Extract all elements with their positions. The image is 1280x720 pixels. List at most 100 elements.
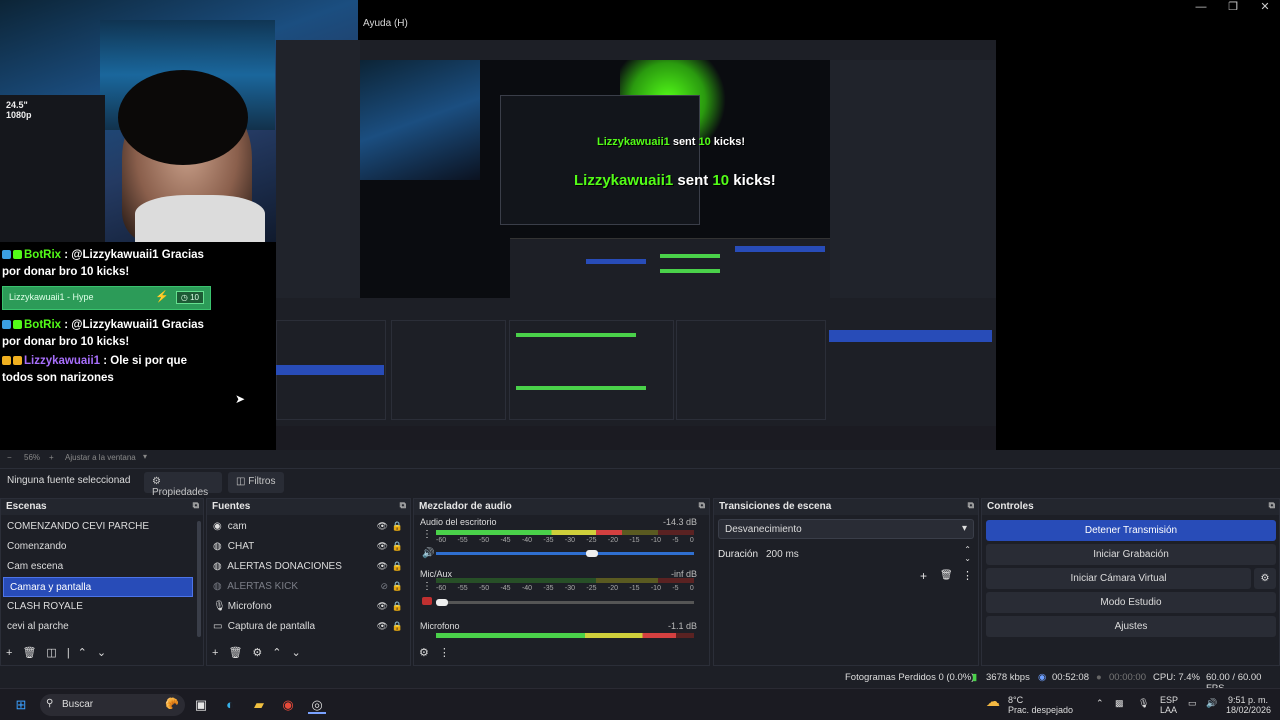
windows-start-icon[interactable]: ⊞ xyxy=(12,696,30,714)
edge-icon[interactable]: ◐ xyxy=(221,696,239,714)
kebab-menu-icon[interactable]: ⋮ xyxy=(962,569,973,582)
file-explorer-icon[interactable]: ▰ xyxy=(250,696,268,714)
add-icon[interactable]: + xyxy=(6,647,12,659)
lock-icon[interactable]: 🔒 xyxy=(392,581,403,592)
undock-icon[interactable]: ⧉ xyxy=(699,500,705,511)
source-item[interactable]: 🎙 Microfono 👁 🔒 xyxy=(207,597,410,617)
tray-app-icon[interactable]: ▩ xyxy=(1115,698,1124,708)
lock-icon[interactable]: 🔒 xyxy=(392,541,403,552)
volume-meter xyxy=(436,578,694,583)
stepper-icon[interactable]: ⌃ ⌄ xyxy=(964,545,971,563)
eye-hidden-icon[interactable]: ⊘ xyxy=(380,581,388,592)
add-icon[interactable]: + xyxy=(920,569,927,583)
scrollbar[interactable] xyxy=(197,521,201,637)
kebab-menu-icon[interactable]: ⋮ xyxy=(422,581,432,592)
trash-icon[interactable]: 🗑 xyxy=(940,570,953,581)
source-item-hidden[interactable]: ◍ ALERTAS KICK ⊘ 🔒 xyxy=(207,577,410,597)
undock-icon[interactable]: ⧉ xyxy=(1269,500,1275,511)
taskbar-search[interactable]: ⚲ Buscar 🥐 xyxy=(40,694,185,716)
eye-icon[interactable]: 👁 xyxy=(377,541,388,552)
language-indicator[interactable]: ESP LAA xyxy=(1160,695,1178,715)
filter-icon[interactable]: ◫ xyxy=(46,647,56,659)
weather[interactable]: 8°C Prac. despejado xyxy=(1008,695,1073,715)
lock-icon[interactable]: 🔒 xyxy=(392,601,403,612)
fit-window-button[interactable]: Ajustar a la ventana xyxy=(65,453,136,462)
menu-help[interactable]: Ayuda (H) xyxy=(363,18,408,29)
eye-icon[interactable]: 👁 xyxy=(377,601,388,612)
filters-button[interactable]: ◫ Filtros xyxy=(228,472,284,493)
lock-icon[interactable]: 🔒 xyxy=(392,561,403,572)
properties-label: Propiedades xyxy=(152,487,209,498)
scene-item[interactable]: CLASH ROYALE xyxy=(1,597,203,617)
start-recording-button[interactable]: Iniciar Grabación xyxy=(986,544,1276,565)
chevron-down-icon[interactable]: ▾ xyxy=(143,452,147,461)
scene-item[interactable]: cevi al parche xyxy=(1,617,203,637)
weather-icon[interactable]: ☁ xyxy=(986,694,1000,708)
gear-icon[interactable]: ⚙ xyxy=(1254,568,1276,589)
undock-icon[interactable]: ⧉ xyxy=(400,500,406,511)
transition-select[interactable]: Desvanecimiento ▾ xyxy=(718,519,974,539)
network-icon[interactable]: ▭ xyxy=(1188,698,1197,708)
meter-scale: -60 -55 -50 -45 -40 -35 -30 -25 -20 -15 -10 -5 0 xyxy=(436,537,694,544)
scene-item[interactable]: COMENZANDO CEVI PARCHE xyxy=(1,517,203,537)
close-icon[interactable]: ✕ xyxy=(1248,0,1280,16)
undock-icon[interactable]: ⧉ xyxy=(193,500,199,511)
scale-tick: -40 xyxy=(521,585,533,592)
scene-item[interactable]: Cam escena xyxy=(1,557,203,577)
scene-item-selected[interactable]: Camara y pantalla xyxy=(3,577,193,597)
volume-slider[interactable] xyxy=(436,599,694,606)
mixer-channel: Audio del escritorio -14.3 dB ⋮ -60 -55 -5… xyxy=(414,515,709,567)
volume-slider[interactable] xyxy=(436,550,694,557)
scene-item[interactable]: Comenzando xyxy=(1,537,203,557)
muted-speaker-icon[interactable] xyxy=(422,597,432,605)
obs-icon[interactable]: ◎ xyxy=(308,696,326,714)
chrome-icon[interactable]: ◉ xyxy=(279,696,297,714)
slider-knob[interactable] xyxy=(436,599,448,606)
volume-meter xyxy=(436,633,694,638)
chevron-up-icon[interactable]: ⌃ xyxy=(1096,698,1104,708)
chevron-down-icon[interactable]: ⌄ xyxy=(292,647,301,659)
eye-icon[interactable]: 👁 xyxy=(377,521,388,532)
chevron-down-icon[interactable]: ⌄ xyxy=(97,647,106,659)
gear-icon[interactable]: ⚙ xyxy=(252,647,262,659)
lock-icon[interactable]: 🔒 xyxy=(392,521,403,532)
slider-knob[interactable] xyxy=(586,550,598,557)
duration-field[interactable]: 200 ms ⌃ ⌄ xyxy=(766,545,971,567)
minimize-icon[interactable]: — xyxy=(1184,0,1218,16)
chevron-up-icon[interactable]: ⌃ xyxy=(272,647,281,659)
properties-button[interactable]: ⚙ Propiedades xyxy=(144,472,222,498)
maximize-icon[interactable]: ❐ xyxy=(1216,0,1250,16)
kebab-menu-icon[interactable]: ⋮ xyxy=(439,647,450,659)
source-item[interactable]: ▭ Captura de pantalla 👁 🔒 xyxy=(207,617,410,637)
clock[interactable]: 9:51 p. m. 18/02/2026 xyxy=(1226,695,1271,715)
settings-button[interactable]: Ajustes xyxy=(986,616,1276,637)
zoom-in-icon[interactable]: + xyxy=(49,453,54,462)
eye-icon[interactable]: 👁 xyxy=(377,561,388,572)
start-virtual-cam-button[interactable]: Iniciar Cámara Virtual xyxy=(986,568,1251,589)
nested-titlebar xyxy=(360,40,996,60)
undock-icon[interactable]: ⧉ xyxy=(968,500,974,511)
add-icon[interactable]: + xyxy=(212,647,218,659)
eye-icon[interactable]: 👁 xyxy=(377,621,388,632)
gear-icon[interactable]: ⚙ xyxy=(419,647,429,659)
studio-mode-button[interactable]: Modo Estudio xyxy=(986,592,1276,613)
transitions-dock: Transiciones de escena ⧉ Desvanecimiento ▾… xyxy=(713,498,979,666)
stop-stream-button[interactable]: Detener Transmisión xyxy=(986,520,1276,541)
zoom-out-icon[interactable]: − xyxy=(7,453,12,462)
source-item[interactable]: ◍ CHAT 👁 🔒 xyxy=(207,537,410,557)
speaker-icon[interactable]: 🔊 xyxy=(422,548,434,559)
scale-tick: -45 xyxy=(500,585,511,592)
lock-icon[interactable]: 🔒 xyxy=(392,621,403,632)
scale-tick: -15 xyxy=(629,537,640,544)
task-view-icon[interactable]: ▣ xyxy=(192,696,210,714)
microphone-icon[interactable]: 🎙 xyxy=(1138,698,1149,708)
nested-preview: Lizzykawuaii1 sent 10 kicks! Lizzykawuai… xyxy=(360,60,830,330)
volume-icon[interactable]: 🔊 xyxy=(1206,698,1217,708)
kebab-menu-icon[interactable]: ⋮ xyxy=(422,529,432,540)
source-item[interactable]: ◉ cam 👁 🔒 xyxy=(207,517,410,537)
trash-icon[interactable]: 🗑 xyxy=(22,647,36,659)
chevron-up-icon[interactable]: ⌃ xyxy=(78,647,87,659)
source-item[interactable]: ◍ ALERTAS DONACIONES 👁 🔒 xyxy=(207,557,410,577)
trash-icon[interactable]: 🗑 xyxy=(228,647,242,659)
monitor-icon: ▭ xyxy=(213,621,223,632)
